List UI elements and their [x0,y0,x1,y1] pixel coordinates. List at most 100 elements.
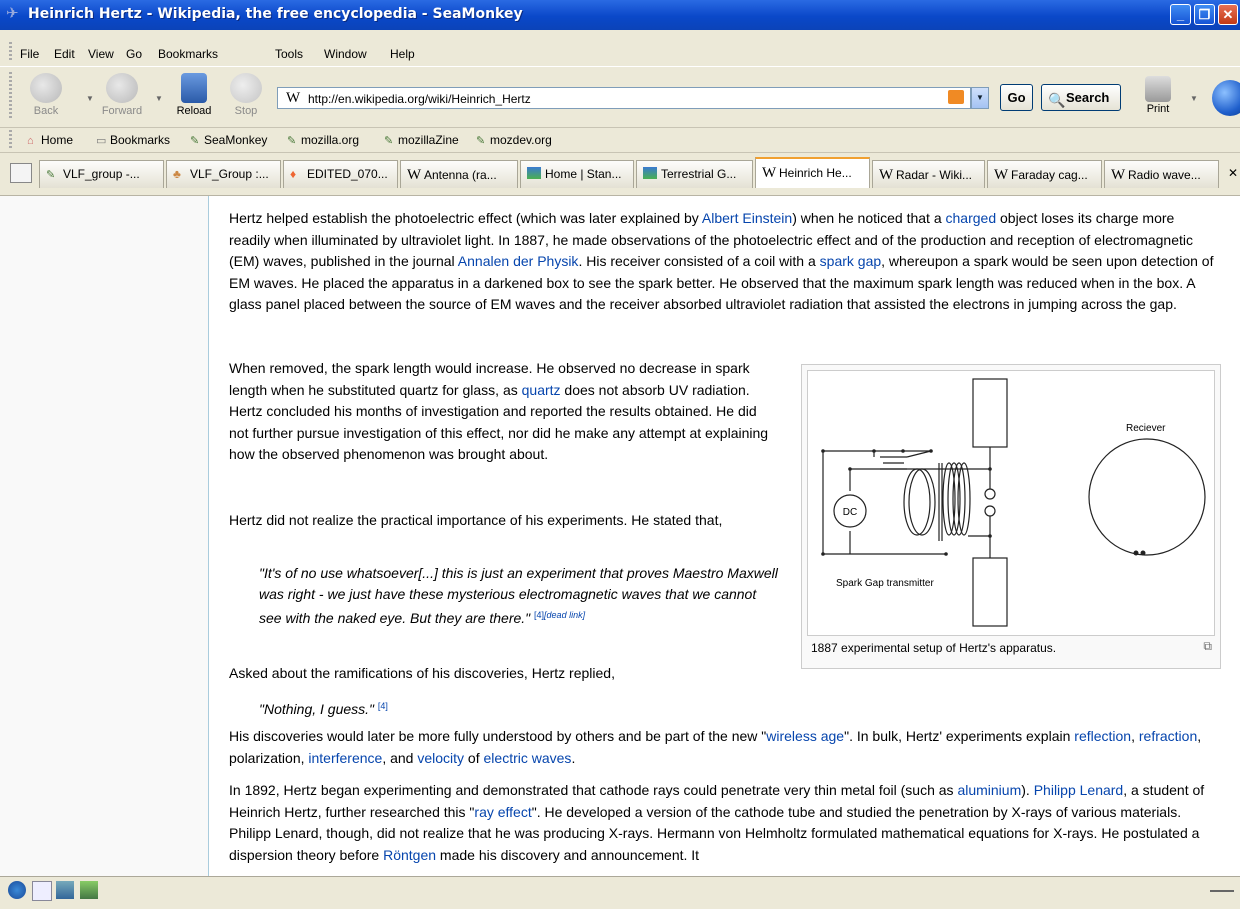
tab-antenna[interactable]: W Antenna (ra... [400,160,518,188]
menu-bookmarks[interactable]: Bookmarks [158,47,218,61]
link-electric-waves[interactable]: electric waves [484,750,572,766]
tab-edited[interactable]: ♦ EDITED_070... [283,160,398,188]
print-button[interactable]: Print [1138,76,1178,115]
link-philipp-lenard[interactable]: Philipp Lenard [1034,782,1124,798]
link-velocity[interactable]: velocity [417,750,464,766]
paragraph-photoelectric: Hertz helped establish the photoelectric… [229,210,1214,312]
rss-feed-icon[interactable] [948,90,964,104]
minimize-button[interactable]: _ [1170,4,1191,25]
back-dropdown-icon[interactable]: ▼ [86,94,94,103]
online-status-icon[interactable] [1210,890,1234,894]
throbber-globe-icon[interactable] [1212,80,1240,116]
menu-go[interactable]: Go [126,47,142,61]
print-dropdown-icon[interactable]: ▼ [1190,94,1198,103]
tab-radio-wave[interactable]: W Radio wave... [1104,160,1219,188]
link-refraction[interactable]: refraction [1139,728,1197,744]
navigator-icon[interactable] [8,881,26,899]
bookmark-mozilla-org[interactable]: ✎ mozilla.org [287,133,359,147]
link-charged[interactable]: charged [946,210,997,226]
window-title: Heinrich Hertz - Wikipedia, the free enc… [28,6,523,22]
nav-grip[interactable] [9,72,12,120]
stop-icon [230,73,262,103]
wikipedia-icon: W [407,167,422,183]
bookmark-mozdev[interactable]: ✎ mozdev.org [476,133,552,147]
tab-label: Radio wave... [1128,168,1201,182]
menu-view[interactable]: View [88,47,114,61]
paragraph-practical: Hertz did not realize the practical impo… [229,512,723,528]
tab-label: Heinrich He... [779,166,852,180]
link-ray-effect[interactable]: ray effect [474,804,531,820]
link-annalen-der-physik[interactable]: Annalen der Physik [458,253,579,269]
link-aluminium[interactable]: aluminium [957,782,1021,798]
tab-label: Radar - Wiki... [896,168,973,182]
forward-label: Forward [101,105,143,117]
paragraph-cathode-rays: In 1892, Hertz began experimenting and d… [229,782,1205,863]
apparatus-diagram[interactable]: DC Spark Gap transmitter Reciever [807,370,1215,636]
go-button[interactable]: Go [1000,84,1033,111]
map-icon [643,167,657,179]
reload-label: Reload [176,105,212,117]
bookmark-mozillazine-label: mozillaZine [398,133,459,147]
link-spark-gap[interactable]: spark gap [820,253,881,269]
link-interference[interactable]: interference [308,750,382,766]
map-icon [527,167,541,179]
menu-file[interactable]: File [20,47,39,61]
link-quartz[interactable]: quartz [522,382,561,398]
menu-help[interactable]: Help [390,47,415,61]
link-reflection[interactable]: reflection [1074,728,1131,744]
address-book-icon[interactable] [80,881,98,899]
maximize-button[interactable]: ❐ [1194,4,1215,25]
ref-4-link[interactable]: [4] [534,610,544,620]
forward-dropdown-icon[interactable]: ▼ [155,94,163,103]
bookmark-mozillazine[interactable]: ✎ mozillaZine [384,133,459,147]
stop-button[interactable]: Stop [226,73,266,117]
bookmark-seamonkey[interactable]: ✎ SeaMonkey [190,133,267,147]
menu-tools[interactable]: Tools [275,47,303,61]
back-label: Back [33,105,59,117]
tab-radar[interactable]: W Radar - Wiki... [872,160,985,188]
url-dropdown-button[interactable]: ▼ [971,87,989,109]
wikipedia-icon: W [1111,167,1126,183]
close-tab-icon[interactable]: ✕ [1228,166,1238,180]
dead-link[interactable]: [dead link] [544,610,585,620]
tab-label: Home | Stan... [545,167,622,181]
link-wireless-age[interactable]: wireless age [766,728,844,744]
composer-icon[interactable] [56,881,74,899]
ref-4-link-2[interactable]: [4] [378,701,388,711]
tab-vlf-group-1[interactable]: ✎ VLF_group -... [39,160,164,188]
forward-button[interactable]: Forward [94,73,150,117]
tab-home-stan[interactable]: Home | Stan... [520,160,634,188]
close-button[interactable]: ✕ [1218,4,1238,25]
wikipedia-favicon-icon: W [286,90,301,106]
menu-grip[interactable] [9,42,12,60]
reload-button[interactable]: Reload [170,73,218,117]
back-button[interactable]: Back [26,73,66,117]
link-rontgen[interactable]: Röntgen [383,847,436,863]
url-bar[interactable]: W http://en.wikipedia.org/wiki/Heinrich_… [277,87,971,109]
printer-icon [1145,76,1171,102]
print-label: Print [1146,103,1170,115]
tab-label: Faraday cag... [1011,168,1088,182]
search-button[interactable]: 🔍 Search [1041,84,1121,111]
mail-icon[interactable] [32,881,52,901]
tab-label: Terrestrial G... [661,167,737,181]
paragraph-spark-length: When removed, the spark length would inc… [229,360,769,462]
new-tab-icon[interactable] [10,163,32,183]
tab-terrestrial[interactable]: Terrestrial G... [636,160,753,188]
circuit-drawing: DC Spark Gap transmitter Reciever [821,378,1206,627]
url-text[interactable]: http://en.wikipedia.org/wiki/Heinrich_He… [308,92,531,106]
tab-faraday[interactable]: W Faraday cag... [987,160,1102,188]
paragraph-discoveries: His discoveries would later be more full… [229,728,1202,766]
menu-edit[interactable]: Edit [54,47,75,61]
stop-label: Stop [234,105,258,117]
dc-label: DC [843,507,857,518]
link-albert-einstein[interactable]: Albert Einstein [702,210,792,226]
menu-window[interactable]: Window [324,47,367,61]
enlarge-icon[interactable]: ⧉ [1203,639,1212,654]
bookmarks-grip[interactable] [9,130,12,148]
quote-nothing: "Nothing, I guess." [4] [259,701,388,717]
tab-vlf-group-2[interactable]: ♣ VLF_Group :... [166,160,281,188]
bookmark-home[interactable]: ⌂ Home [27,133,73,147]
bookmark-bookmarks[interactable]: ▭ Bookmarks [96,133,170,147]
tab-heinrich-hertz[interactable]: W Heinrich He... [755,157,870,188]
